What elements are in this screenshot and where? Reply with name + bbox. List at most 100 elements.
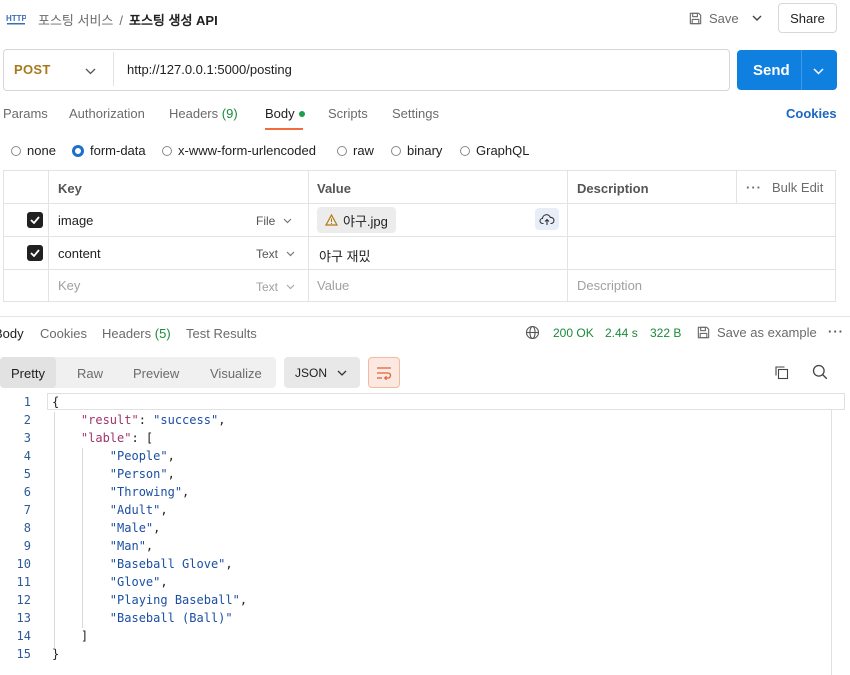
- save-icon: [689, 12, 702, 24]
- tab-scripts[interactable]: Scripts: [328, 106, 368, 121]
- wrap-lines-button[interactable]: [368, 357, 400, 388]
- vertical-scrollbar[interactable]: [831, 410, 832, 675]
- row-checkbox[interactable]: [27, 245, 43, 261]
- table-divider: [567, 170, 568, 302]
- radio-graphql[interactable]: GraphQL: [460, 143, 529, 158]
- column-header-key: Key: [58, 181, 82, 196]
- save-options-button[interactable]: [746, 6, 768, 30]
- more-icon[interactable]: ···: [828, 324, 844, 339]
- new-description-input[interactable]: Description: [577, 278, 642, 293]
- code-line: "Male",: [109, 521, 161, 535]
- status-code[interactable]: 200 OK: [553, 326, 594, 340]
- response-tab-test-results[interactable]: Test Results: [186, 326, 257, 341]
- code-line: }: [52, 647, 60, 661]
- svg-text:HTTP: HTTP: [6, 14, 26, 23]
- tab-body[interactable]: Body: [265, 106, 305, 121]
- tab-authorization[interactable]: Authorization: [69, 106, 145, 121]
- new-key-input[interactable]: Key: [58, 278, 80, 293]
- chevron-down-icon[interactable]: [85, 63, 96, 78]
- bulk-edit-label: Bulk Edit: [772, 180, 824, 195]
- format-select[interactable]: JSON: [284, 357, 360, 388]
- radio-binary[interactable]: binary: [391, 143, 442, 158]
- save-label: Save: [709, 10, 739, 26]
- tab-headers[interactable]: Headers (9): [169, 106, 238, 121]
- table-divider: [308, 170, 309, 302]
- view-pretty[interactable]: Pretty: [11, 366, 45, 381]
- code-line: "Person",: [109, 467, 175, 481]
- file-chip[interactable]: 야구.jpg: [317, 207, 396, 233]
- tab-settings[interactable]: Settings: [392, 106, 439, 121]
- code-line: "Baseball (Ball)": [109, 611, 233, 625]
- code-line: {: [52, 395, 60, 409]
- response-tab-headers[interactable]: Headers (5): [102, 326, 171, 341]
- row-key[interactable]: image: [58, 213, 93, 228]
- tab-params[interactable]: Params: [3, 106, 48, 121]
- code-line: "Throwing",: [109, 485, 190, 499]
- row-key[interactable]: content: [58, 246, 101, 261]
- table-divider: [3, 203, 836, 204]
- line-number: 12: [16, 593, 31, 607]
- wrap-icon: [377, 366, 392, 380]
- response-time[interactable]: 2.44 s: [605, 326, 638, 340]
- view-preview[interactable]: Preview: [133, 366, 179, 381]
- search-icon[interactable]: [812, 364, 828, 383]
- breadcrumb-separator: /: [119, 13, 123, 28]
- response-divider: [0, 316, 850, 317]
- chevron-down-icon: [337, 370, 347, 376]
- line-number: 5: [23, 467, 31, 481]
- new-value-input[interactable]: Value: [317, 278, 349, 293]
- save-as-example-button[interactable]: Save as example: [696, 325, 817, 340]
- row-value[interactable]: 야구 재밌: [319, 246, 370, 265]
- headers-count: (9): [221, 106, 238, 121]
- cookies-link[interactable]: Cookies: [786, 106, 837, 121]
- radio-circle: [337, 145, 347, 156]
- file-name: 야구.jpg: [343, 213, 388, 229]
- share-button[interactable]: Share: [778, 3, 837, 33]
- code-line: "Man",: [109, 539, 154, 553]
- view-visualize[interactable]: Visualize: [210, 366, 262, 381]
- code-line: "result": "success",: [80, 413, 226, 427]
- row-checkbox[interactable]: [27, 212, 43, 228]
- line-number: 10: [16, 557, 31, 571]
- code-line: "Baseball Glove",: [109, 557, 233, 571]
- method-select[interactable]: POST: [14, 62, 51, 77]
- view-raw[interactable]: Raw: [77, 366, 103, 381]
- row-type-select[interactable]: Text: [256, 247, 295, 261]
- send-button[interactable]: Send: [737, 50, 837, 90]
- radio-none[interactable]: none: [11, 143, 56, 158]
- radio-urlencoded[interactable]: x-www-form-urlencoded: [162, 143, 316, 158]
- response-size[interactable]: 322 B: [650, 326, 681, 340]
- radio-circle: [391, 145, 401, 156]
- checkmark-icon: [30, 216, 40, 224]
- table-divider: [3, 236, 836, 237]
- row-type-select[interactable]: File: [256, 214, 292, 228]
- url-input[interactable]: http://127.0.0.1:5000/posting: [127, 62, 292, 77]
- table-divider: [3, 269, 836, 270]
- line-number: 2: [23, 413, 31, 427]
- send-divider: [801, 50, 802, 90]
- code-line: "Glove",: [109, 575, 168, 589]
- radio-circle: [162, 145, 172, 156]
- line-number: 4: [23, 449, 31, 463]
- radio-raw[interactable]: raw: [337, 143, 374, 158]
- chevron-down-icon[interactable]: [813, 63, 824, 78]
- copy-icon[interactable]: [774, 365, 789, 383]
- code-line: "Playing Baseball",: [109, 593, 248, 607]
- bulk-edit-button[interactable]: ··· Bulk Edit: [746, 180, 823, 195]
- more-icon[interactable]: ···: [746, 180, 762, 195]
- breadcrumb-parent[interactable]: 포스팅 서비스: [38, 13, 113, 28]
- radio-circle: [460, 145, 470, 156]
- line-number: 14: [16, 629, 31, 643]
- upload-button[interactable]: [535, 208, 559, 230]
- response-tab-body[interactable]: Body: [0, 326, 24, 341]
- breadcrumb-current[interactable]: 포스팅 생성 API: [129, 13, 218, 28]
- new-row-type-select[interactable]: Text: [256, 280, 295, 294]
- http-icon: HTTP: [6, 9, 28, 27]
- breadcrumb: 포스팅 서비스 / 포스팅 생성 API: [38, 10, 218, 29]
- response-tab-cookies[interactable]: Cookies: [40, 326, 87, 341]
- radio-form-data[interactable]: form-data: [72, 143, 146, 158]
- globe-icon[interactable]: [525, 325, 540, 343]
- save-button[interactable]: Save: [688, 6, 739, 30]
- code-line: "lable": [: [80, 431, 154, 445]
- url-divider: [113, 52, 114, 86]
